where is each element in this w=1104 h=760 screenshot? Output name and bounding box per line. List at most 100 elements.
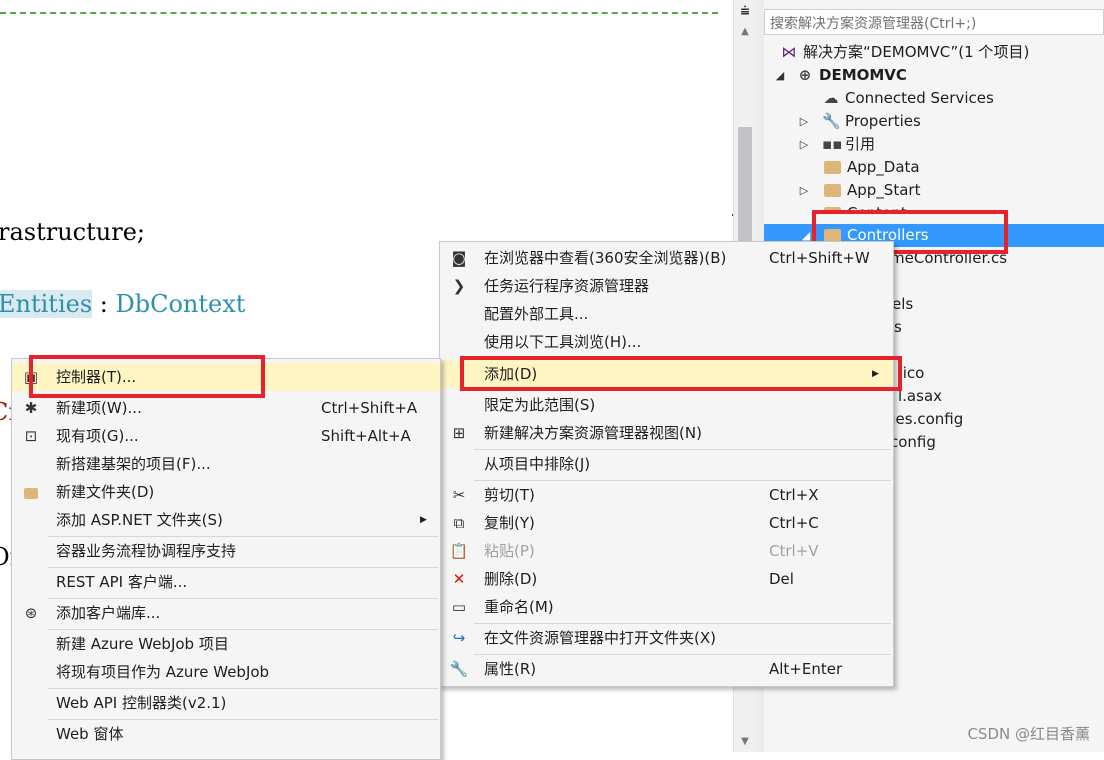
open-folder-arrow-icon: ↪ <box>452 629 466 647</box>
menu-item-scope-to-this[interactable]: 限定为此范围(S) <box>440 391 893 419</box>
menu-item-configure-tools[interactable]: 配置外部工具... <box>440 300 893 328</box>
tree-item-models[interactable]: els <box>892 293 913 316</box>
menu-item-copy[interactable]: ⧉ 复制(Y) Ctrl+C <box>440 509 893 537</box>
tree-item-web-config[interactable]: config <box>890 431 936 454</box>
submenu-item-existing-webjob[interactable]: 将现有项目作为 Azure WebJob <box>12 658 440 686</box>
tree-item-references[interactable]: ▷ ▪▪ 引用 <box>800 133 876 156</box>
menu-item-open-in-explorer[interactable]: ↪ 在文件资源管理器中打开文件夹(X) <box>440 624 893 652</box>
code-separator-line <box>0 12 718 14</box>
submenu-item-orchestrator-support[interactable]: 容器业务流程协调程序支持 <box>12 537 440 565</box>
submenu-item-web-form[interactable]: Web 窗体 <box>12 720 440 748</box>
menu-label: Web 窗体 <box>56 725 124 743</box>
submenu-item-scaffolded-item[interactable]: 新搭建基架的项目(F)... <box>12 450 440 478</box>
tree-label-app-data: App_Data <box>847 158 920 176</box>
tree-label-project: DEMOMVC <box>819 66 907 84</box>
menu-label: 添加 ASP.NET 文件夹(S) <box>56 511 223 529</box>
menu-label: 限定为此范围(S) <box>484 396 596 414</box>
add-submenu: ▣ 控制器(T)... ✱ 新建项(W)... Ctrl+Shift+A ⊡ 现… <box>11 358 441 760</box>
menu-item-task-runner[interactable]: ❯ 任务运行程序资源管理器 <box>440 272 893 300</box>
split-window-icon[interactable]: ⩧ <box>734 0 756 22</box>
highlight-box-add <box>460 356 902 391</box>
new-folder-icon <box>20 478 42 506</box>
submenu-item-existing-item[interactable]: ⊡ 现有项(G)... Shift+Alt+A <box>12 422 440 450</box>
tree-item-app-start[interactable]: ▷ App_Start <box>800 179 921 202</box>
menu-label: 复制(Y) <box>484 514 535 532</box>
tree-item-connected-services[interactable]: ☁ Connected Services <box>822 87 994 110</box>
menu-item-exclude[interactable]: 从项目中排除(J) <box>440 450 893 478</box>
submenu-item-aspnet-folder[interactable]: 添加 ASP.NET 文件夹(S) ▶ <box>12 506 440 534</box>
submenu-item-new-folder[interactable]: 新建文件夹(D) <box>12 478 440 506</box>
submenu-item-new-item[interactable]: ✱ 新建项(W)... Ctrl+Shift+A <box>12 394 440 422</box>
new-view-icon: ⊞ <box>452 424 466 442</box>
menu-item-new-explorer-view[interactable]: ⊞ 新建解决方案资源管理器视图(N) <box>440 419 893 447</box>
menu-label: 粘贴(P) <box>484 542 535 560</box>
chevron-right-icon: ❯ <box>452 277 466 295</box>
menu-shortcut: Ctrl+C <box>769 514 819 532</box>
menu-label: 新建项(W)... <box>56 399 142 417</box>
scroll-down-arrow-icon[interactable]: ▼ <box>734 736 756 747</box>
submenu-item-client-library[interactable]: ⊛ 添加客户端库... <box>12 599 440 627</box>
menu-item-properties[interactable]: 🔧 属性(R) Alt+Enter <box>440 655 893 683</box>
menu-shortcut: Ctrl+Shift+A <box>321 399 418 417</box>
tree-item-solution[interactable]: ⋈ 解决方案“DEMOMVC”(1 个项目) <box>780 41 1030 64</box>
globe-library-icon: ⊛ <box>24 604 38 622</box>
tree-label-references: 引用 <box>845 135 876 153</box>
scissors-icon: ✂ <box>452 486 466 504</box>
menu-label: 在浏览器中查看(360安全浏览器)(B) <box>484 249 727 267</box>
scroll-up-arrow-icon[interactable]: ▲ <box>734 26 756 37</box>
tree-item-views[interactable]: s <box>894 316 902 339</box>
submenu-item-web-api-controller[interactable]: Web API 控制器类(v2.1) <box>12 689 440 717</box>
submenu-item-rest-api-client[interactable]: REST API 客户端... <box>12 568 440 596</box>
code-token-entities: Entities <box>0 290 93 318</box>
submenu-arrow-icon: ▶ <box>420 515 427 525</box>
menu-item-rename[interactable]: ▭ 重命名(M) <box>440 593 893 621</box>
menu-shortcut: Shift+Alt+A <box>321 427 411 445</box>
collapsed-triangle-icon[interactable]: ▷ <box>798 133 810 156</box>
tree-item-global-asax[interactable]: l.asax <box>898 385 942 408</box>
visual-studio-solution-icon: ⋈ <box>781 43 797 61</box>
menu-label: 重命名(M) <box>484 598 554 616</box>
menu-shortcut: Ctrl+Shift+W <box>769 249 870 267</box>
menu-label: 新搭建基架的项目(F)... <box>56 455 211 473</box>
expanded-triangle-icon[interactable]: ◢ <box>774 64 786 87</box>
menu-label: Web API 控制器类(v2.1) <box>56 694 227 712</box>
code-line-class: Entities : DbContext <box>0 290 245 318</box>
menu-item-view-in-browser[interactable]: ◙ 在浏览器中查看(360安全浏览器)(B) Ctrl+Shift+W <box>440 244 893 272</box>
collapsed-triangle-icon[interactable]: ▷ <box>798 179 810 202</box>
tree-item-packages-config[interactable]: ges.config <box>886 408 963 431</box>
folder-icon <box>824 161 841 174</box>
menu-item-delete[interactable]: ✕ 删除(D) Del <box>440 565 893 593</box>
tree-item-app-data[interactable]: App_Data <box>824 156 920 179</box>
tree-item-project[interactable]: ◢ ⊕ DEMOMVC <box>774 64 907 87</box>
references-icon: ▪▪ <box>822 135 843 153</box>
code-token-colon: : <box>92 290 116 318</box>
menu-item-cut[interactable]: ✂ 剪切(T) Ctrl+X <box>440 481 893 509</box>
wrench-icon: 🔧 <box>822 112 841 130</box>
solution-explorer-search-input[interactable]: 搜索解决方案资源管理器(Ctrl+;) <box>764 9 1104 35</box>
wrench-icon: 🔧 <box>449 660 469 678</box>
menu-label: 新建 Azure WebJob 项目 <box>56 635 229 653</box>
collapsed-triangle-icon[interactable]: ▷ <box>798 110 810 133</box>
copy-icon: ⧉ <box>453 514 465 532</box>
menu-label: REST API 客户端... <box>56 573 188 591</box>
menu-shortcut: Ctrl+V <box>769 542 819 560</box>
tree-label-connected-services: Connected Services <box>845 89 994 107</box>
code-token-dbcontext: DbContext <box>115 290 246 318</box>
menu-item-browse-with[interactable]: 使用以下工具浏览(H)... <box>440 328 893 356</box>
menu-shortcut: Ctrl+X <box>769 486 819 504</box>
context-menu: ◙ 在浏览器中查看(360安全浏览器)(B) Ctrl+Shift+W ❯ 任务… <box>439 241 894 687</box>
menu-label: 将现有项目作为 Azure WebJob <box>56 663 270 681</box>
web-project-icon: ⊕ <box>798 66 812 84</box>
code-line-using: rastructure; <box>0 218 145 246</box>
cloud-icon: ☁ <box>823 89 839 107</box>
menu-label: 添加客户端库... <box>56 604 161 622</box>
tree-label-properties: Properties <box>845 112 921 130</box>
tree-item-properties[interactable]: ▷ 🔧 Properties <box>800 110 921 133</box>
menu-label: 配置外部工具... <box>484 305 589 323</box>
menu-label: 现有项(G)... <box>56 427 139 445</box>
menu-label: 从项目中排除(J) <box>484 455 591 473</box>
existing-item-icon: ⊡ <box>24 427 38 445</box>
watermark-text: CSDN @红目香薰 <box>967 725 1090 743</box>
submenu-item-new-webjob[interactable]: 新建 Azure WebJob 项目 <box>12 630 440 658</box>
menu-item-paste[interactable]: 📋 粘贴(P) Ctrl+V <box>440 537 893 565</box>
